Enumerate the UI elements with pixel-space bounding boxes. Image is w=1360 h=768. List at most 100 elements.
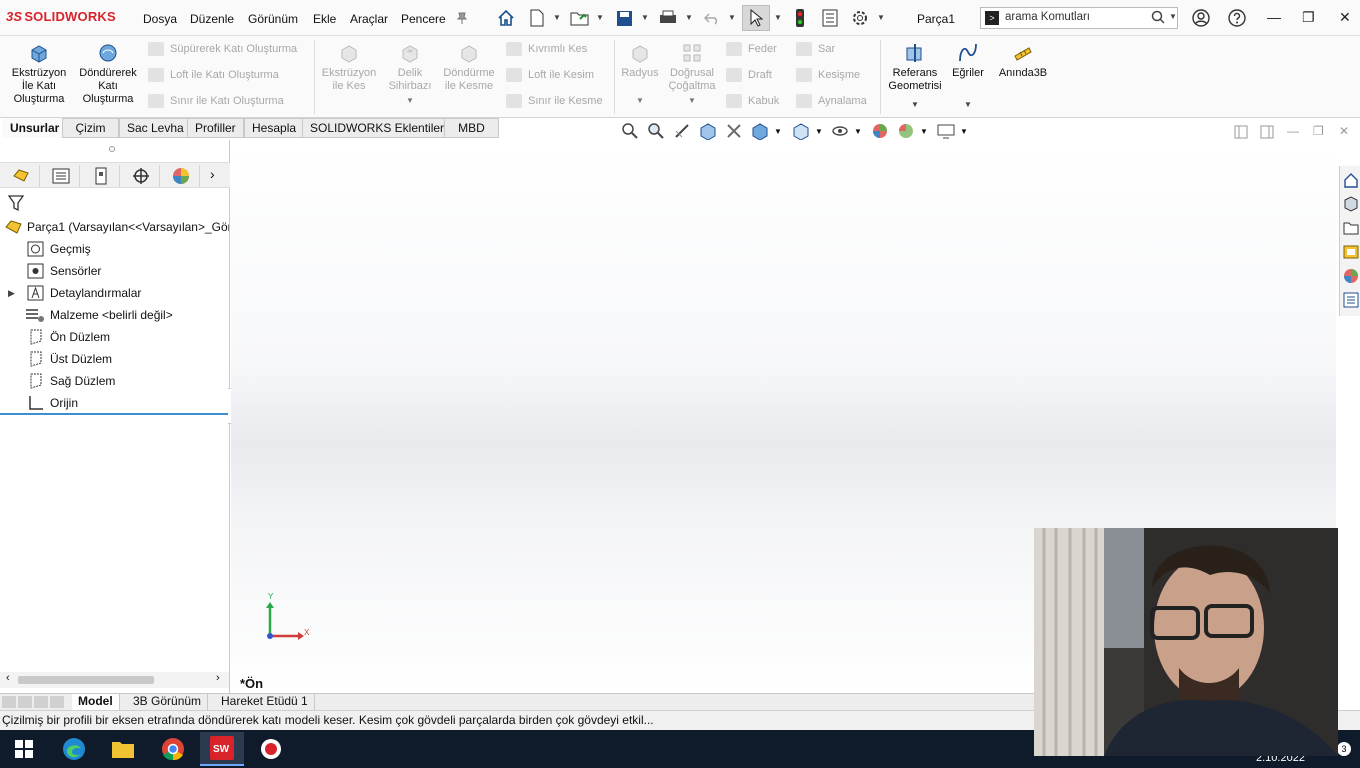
panel-splitter-handle[interactable] bbox=[109, 146, 115, 152]
tab-sac-levha[interactable]: Sac Levha bbox=[119, 118, 192, 138]
chrome-browser-icon[interactable] bbox=[160, 736, 186, 762]
curves-button[interactable]: Eğriler ▼ bbox=[948, 42, 988, 111]
wrap-button[interactable]: Sar bbox=[796, 42, 835, 56]
menu-pencere[interactable]: Pencere bbox=[401, 12, 446, 26]
menu-dosya[interactable]: Dosya bbox=[143, 12, 177, 26]
filter-icon[interactable] bbox=[7, 194, 25, 215]
doc-close-icon[interactable]: ✕ bbox=[1339, 124, 1357, 142]
tab-hesapla[interactable]: Hesapla bbox=[244, 118, 305, 138]
linear-pattern-button[interactable]: Doğrusal Çoğaltma ▼ bbox=[664, 42, 720, 107]
rollback-bar[interactable] bbox=[0, 413, 228, 415]
undo-icon[interactable] bbox=[702, 8, 722, 28]
notification-badge[interactable]: 3 bbox=[1337, 742, 1351, 756]
chevron-down-icon[interactable]: ▼ bbox=[877, 13, 885, 22]
chevron-right-icon[interactable]: › bbox=[216, 672, 220, 684]
close-icon[interactable]: ✕ bbox=[1339, 9, 1351, 26]
select-cursor-icon[interactable] bbox=[742, 5, 770, 31]
display-manager-tab-icon[interactable] bbox=[162, 165, 200, 187]
last-tab-icon[interactable] bbox=[50, 696, 64, 708]
screen-recorder-icon[interactable] bbox=[258, 736, 284, 762]
rebuild-icon[interactable] bbox=[790, 8, 810, 28]
view-palette-icon[interactable] bbox=[1343, 244, 1359, 260]
chevron-down-icon[interactable]: ▼ bbox=[382, 94, 438, 107]
pin-icon[interactable] bbox=[452, 8, 472, 28]
tree-item-top-plane[interactable]: Üst Düzlem bbox=[0, 349, 229, 369]
boundary-cut-button[interactable]: Sınır ile Kesme bbox=[506, 94, 603, 108]
solidworks-taskbar-button[interactable]: SW bbox=[200, 732, 244, 766]
chevron-down-icon[interactable]: ▼ bbox=[641, 13, 649, 22]
search-icon[interactable] bbox=[1151, 10, 1165, 27]
zoom-to-fit-icon[interactable] bbox=[621, 122, 639, 140]
chevron-down-icon[interactable]: ▼ bbox=[774, 13, 782, 22]
mirror-button[interactable]: Aynalama bbox=[796, 94, 867, 108]
tree-horizontal-scrollbar[interactable]: ‹ › bbox=[0, 672, 229, 688]
extrude-cut-button[interactable]: Ekstrüzyon ile Kes bbox=[320, 42, 378, 93]
tree-item-origin[interactable]: Orijin bbox=[0, 393, 229, 413]
open-folder-icon[interactable] bbox=[570, 8, 590, 28]
apply-scene-icon[interactable] bbox=[897, 122, 915, 140]
user-account-icon[interactable] bbox=[1191, 8, 1211, 28]
intersect-button[interactable]: Kesişme bbox=[796, 68, 860, 82]
file-properties-icon[interactable] bbox=[820, 8, 840, 28]
chevron-down-icon[interactable]: ▼ bbox=[884, 98, 946, 111]
loft-cut-button[interactable]: Loft ile Kesim bbox=[506, 68, 594, 82]
tree-item-material[interactable]: Malzeme <belirli değil> bbox=[0, 305, 229, 325]
search-commands-input[interactable]: > arama Komutları ▼ bbox=[980, 7, 1178, 29]
loft-boss-button[interactable]: Loft ile Katı Oluşturma bbox=[148, 68, 279, 82]
chevron-down-icon[interactable]: ▼ bbox=[948, 98, 988, 111]
tab-profiller[interactable]: Profiller bbox=[187, 118, 244, 138]
tree-root-part[interactable]: Parça1 (Varsayılan<<Varsayılan>_Gör bbox=[0, 217, 229, 237]
sweep-cut-button[interactable]: Kıvrımlı Kes bbox=[506, 42, 587, 56]
expand-arrow-icon[interactable]: ▶ bbox=[8, 283, 15, 303]
tree-item-sensors[interactable]: Sensörler bbox=[0, 261, 229, 281]
file-explorer-icon[interactable] bbox=[110, 736, 136, 762]
shell-button[interactable]: Kabuk bbox=[726, 94, 779, 108]
property-manager-tab-icon[interactable] bbox=[42, 165, 80, 187]
chevron-down-icon[interactable]: ▼ bbox=[728, 13, 736, 22]
chevron-down-icon[interactable]: ▼ bbox=[596, 13, 604, 22]
boundary-boss-button[interactable]: Sınır ile Katı Oluşturma bbox=[148, 94, 284, 108]
view-settings-icon[interactable] bbox=[937, 122, 955, 140]
tree-item-annotations[interactable]: ▶ Detaylandırmalar bbox=[0, 283, 229, 303]
instant3d-button[interactable]: Anında3B bbox=[994, 42, 1052, 80]
edit-appearance-icon[interactable] bbox=[871, 122, 889, 140]
chevron-down-icon[interactable]: ▼ bbox=[664, 94, 720, 107]
custom-properties-icon[interactable] bbox=[1343, 292, 1359, 308]
tab-solidworks-eklentileri[interactable]: SOLIDWORKS Eklentileri bbox=[302, 118, 455, 138]
new-document-icon[interactable] bbox=[527, 8, 547, 28]
dimxpert-tab-icon[interactable] bbox=[122, 165, 160, 187]
hole-wizard-button[interactable]: Delik Sihirbazı ▼ bbox=[382, 42, 438, 107]
solidworks-resources-icon[interactable] bbox=[1343, 172, 1359, 188]
chevron-left-icon[interactable]: ‹ bbox=[6, 672, 10, 684]
tree-item-right-plane[interactable]: Sağ Düzlem bbox=[0, 371, 229, 391]
edge-browser-icon[interactable] bbox=[61, 736, 87, 762]
rib-button[interactable]: Feder bbox=[726, 42, 777, 56]
restore-icon[interactable]: ❐ bbox=[1302, 9, 1315, 26]
help-icon[interactable] bbox=[1227, 8, 1247, 28]
feature-tree-tab-icon[interactable] bbox=[2, 165, 40, 187]
tab-mbd[interactable]: MBD bbox=[444, 118, 499, 138]
menu-duzenle[interactable]: Düzenle bbox=[190, 12, 234, 26]
chevron-down-icon[interactable]: ▼ bbox=[685, 13, 693, 22]
revolve-boss-button[interactable]: Döndürerek Katı Oluşturma bbox=[74, 42, 142, 106]
scrollbar-thumb[interactable] bbox=[18, 676, 154, 684]
tab-model[interactable]: Model bbox=[72, 694, 120, 710]
menu-ekle[interactable]: Ekle bbox=[313, 12, 336, 26]
menu-gorunum[interactable]: Görünüm bbox=[248, 12, 298, 26]
first-tab-icon[interactable] bbox=[2, 696, 16, 708]
chevron-right-icon[interactable]: › bbox=[210, 166, 215, 182]
view-orientation-icon[interactable] bbox=[751, 122, 769, 141]
next-tab-icon[interactable] bbox=[34, 696, 48, 708]
tree-item-history[interactable]: Geçmiş bbox=[0, 239, 229, 259]
appearances-icon[interactable] bbox=[1343, 268, 1359, 284]
tab-motion-study[interactable]: Hareket Etüdü 1 bbox=[215, 694, 315, 710]
save-icon[interactable] bbox=[614, 8, 634, 28]
minimize-icon[interactable]: — bbox=[1267, 9, 1281, 25]
gear-icon[interactable] bbox=[850, 8, 870, 28]
chevron-down-icon[interactable]: ▼ bbox=[553, 13, 561, 22]
fillet-button[interactable]: Radyus ▼ bbox=[618, 42, 662, 107]
revolve-cut-button[interactable]: Döndürme ile Kesme bbox=[440, 42, 498, 93]
draft-button[interactable]: Draft bbox=[726, 68, 772, 82]
previous-view-icon[interactable] bbox=[673, 122, 691, 140]
display-style-icon[interactable] bbox=[792, 122, 810, 141]
